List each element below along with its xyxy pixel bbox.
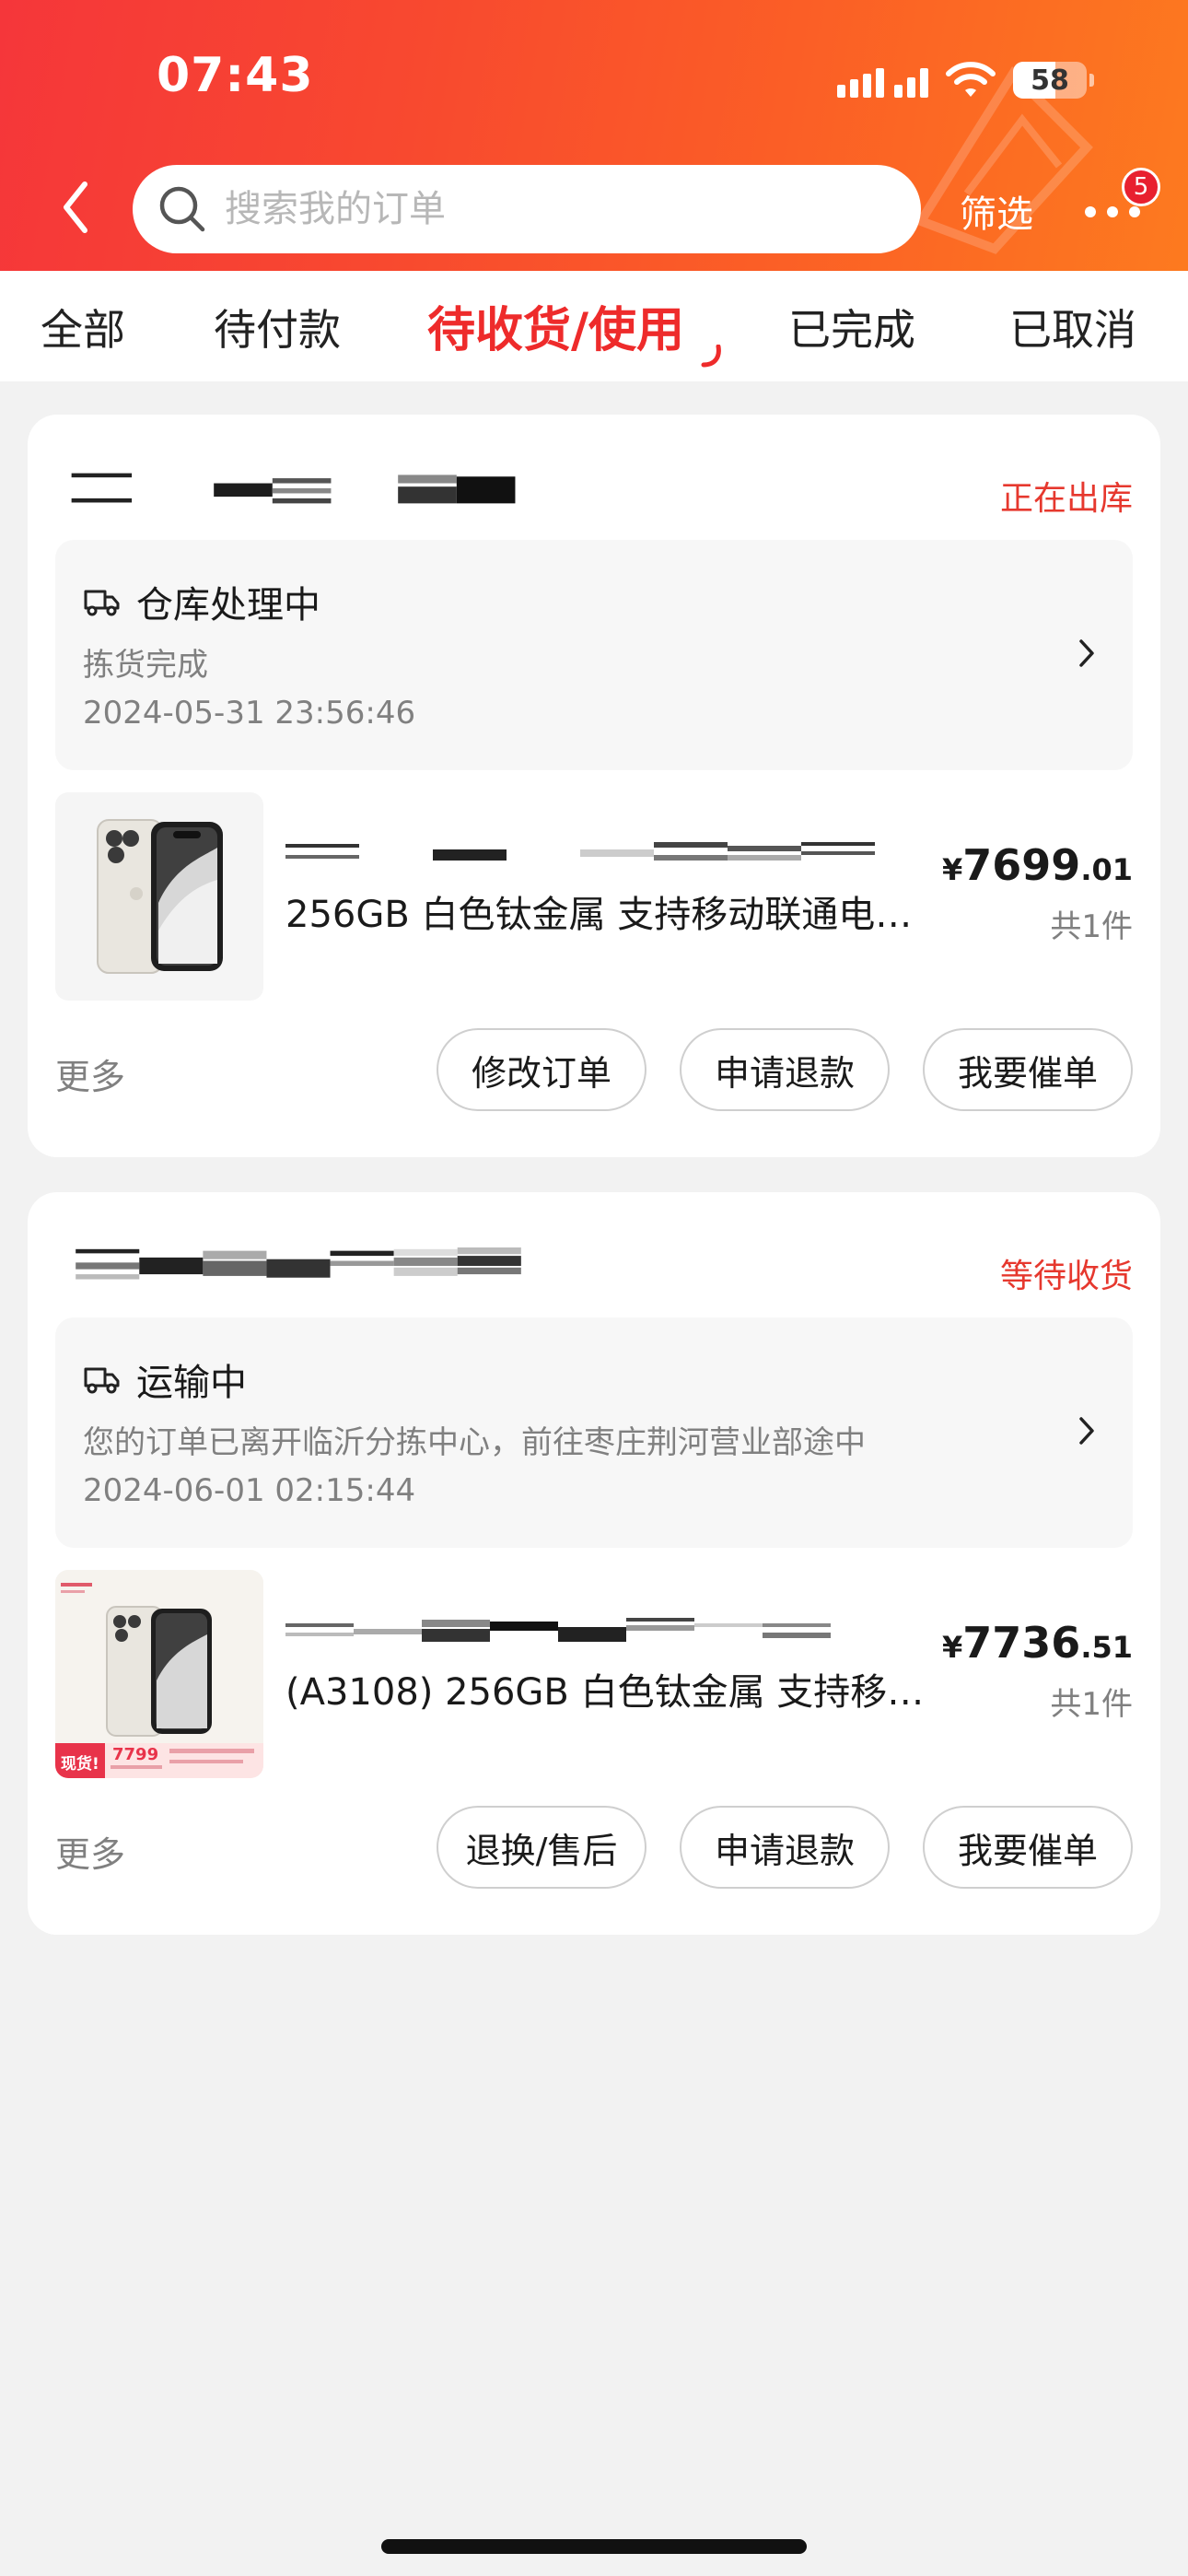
more-dots-icon	[1085, 206, 1140, 217]
header-bar: 07:43 58 筛选 5	[0, 0, 1188, 271]
truck-icon	[84, 590, 120, 616]
more-actions-link[interactable]: 更多	[55, 1048, 125, 1099]
logistics-desc: 拣货完成	[83, 647, 208, 684]
logistics-title: 运输中	[136, 1362, 247, 1404]
order-status: 正在出库	[999, 480, 1133, 518]
chevron-right-icon	[1079, 639, 1094, 667]
search-icon	[159, 186, 205, 232]
active-tab-indicator	[701, 345, 721, 368]
tab-pending-receipt[interactable]: 待收货/使用	[427, 291, 684, 360]
urge-order-button[interactable]: 我要催单	[923, 1028, 1133, 1111]
more-options-button[interactable]: 5	[1085, 168, 1160, 240]
battery-icon: 58	[1013, 62, 1094, 99]
cellular-signal-icon	[837, 63, 928, 98]
phone-product-image	[55, 1570, 263, 1778]
logistics-title-row: 仓库处理中	[83, 575, 320, 628]
tab-all[interactable]: 全部	[41, 297, 125, 357]
product-tag: 现货!	[61, 1755, 99, 1774]
search-input[interactable]	[225, 188, 823, 230]
notification-badge: 5	[1122, 168, 1160, 206]
order-card[interactable]: 等待收货 运输中 您的订单已离开临沂分拣中心，前往枣庄荆河营业部途中 2024-…	[28, 1192, 1160, 1935]
product-price: ¥7699.01	[942, 840, 1133, 890]
logistics-title: 仓库处理中	[136, 584, 320, 626]
logistics-panel[interactable]: 运输中 您的订单已离开临沂分拣中心，前往枣庄荆河营业部途中 2024-06-01…	[55, 1317, 1133, 1548]
urge-order-button[interactable]: 我要催单	[923, 1806, 1133, 1889]
tab-pending-payment[interactable]: 待付款	[214, 297, 341, 357]
product-image[interactable]: 现货! 7799	[55, 1570, 263, 1778]
product-title-redacted	[285, 842, 875, 861]
chevron-right-icon	[1079, 1417, 1094, 1445]
return-exchange-button[interactable]: 退换/售后	[437, 1806, 646, 1889]
shop-name-redacted	[71, 473, 516, 504]
status-time: 07:43	[157, 48, 314, 103]
status-icons: 58	[837, 57, 1094, 103]
wifi-icon	[946, 62, 996, 97]
modify-order-button[interactable]: 修改订单	[437, 1028, 646, 1111]
search-bar[interactable]	[133, 165, 921, 253]
price-currency: ¥	[942, 852, 963, 887]
request-refund-button[interactable]: 申请退款	[680, 1806, 890, 1889]
logistics-time: 2024-06-01 02:15:44	[83, 1472, 416, 1509]
back-icon[interactable]	[53, 175, 99, 240]
order-tabs: 全部 待付款 待收货/使用 已完成 已取消	[0, 271, 1188, 381]
battery-level: 58	[1031, 64, 1069, 97]
product-quantity: 共1件	[1050, 908, 1133, 945]
product-thumb-price: 7799	[112, 1745, 159, 1764]
filter-button[interactable]: 筛选	[960, 184, 1033, 238]
product-title-redacted	[285, 1618, 831, 1642]
request-refund-button[interactable]: 申请退款	[680, 1028, 890, 1111]
product-name[interactable]: (A3108) 256GB 白色钛金属 支持移…	[285, 1662, 949, 1715]
price-integer: 7699	[962, 840, 1081, 890]
price-integer: 7736	[962, 1618, 1081, 1668]
logistics-time: 2024-05-31 23:56:46	[83, 695, 416, 732]
product-price: ¥7736.51	[942, 1618, 1133, 1668]
tab-completed[interactable]: 已完成	[788, 297, 915, 357]
logistics-desc: 您的订单已离开临沂分拣中心，前往枣庄荆河营业部途中	[83, 1424, 866, 1461]
phone-product-image	[97, 819, 223, 974]
price-decimal: .01	[1080, 852, 1133, 887]
logistics-panel[interactable]: 仓库处理中 拣货完成 2024-05-31 23:56:46	[55, 540, 1133, 770]
price-decimal: .51	[1080, 1630, 1133, 1665]
price-currency: ¥	[942, 1630, 963, 1665]
order-status: 等待收货	[999, 1258, 1133, 1295]
tab-cancelled[interactable]: 已取消	[1009, 297, 1136, 357]
truck-icon	[84, 1367, 120, 1394]
product-image[interactable]	[55, 792, 263, 1001]
home-indicator[interactable]	[381, 2539, 807, 2554]
product-quantity: 共1件	[1050, 1686, 1133, 1723]
product-name[interactable]: 256GB 白色钛金属 支持移动联通电…	[285, 884, 949, 938]
logistics-title-row: 运输中	[83, 1352, 247, 1406]
more-actions-link[interactable]: 更多	[55, 1826, 125, 1877]
order-card[interactable]: 正在出库 仓库处理中 拣货完成 2024-05-31 23:56:46 256G…	[28, 415, 1160, 1157]
shop-name-redacted	[76, 1247, 521, 1280]
